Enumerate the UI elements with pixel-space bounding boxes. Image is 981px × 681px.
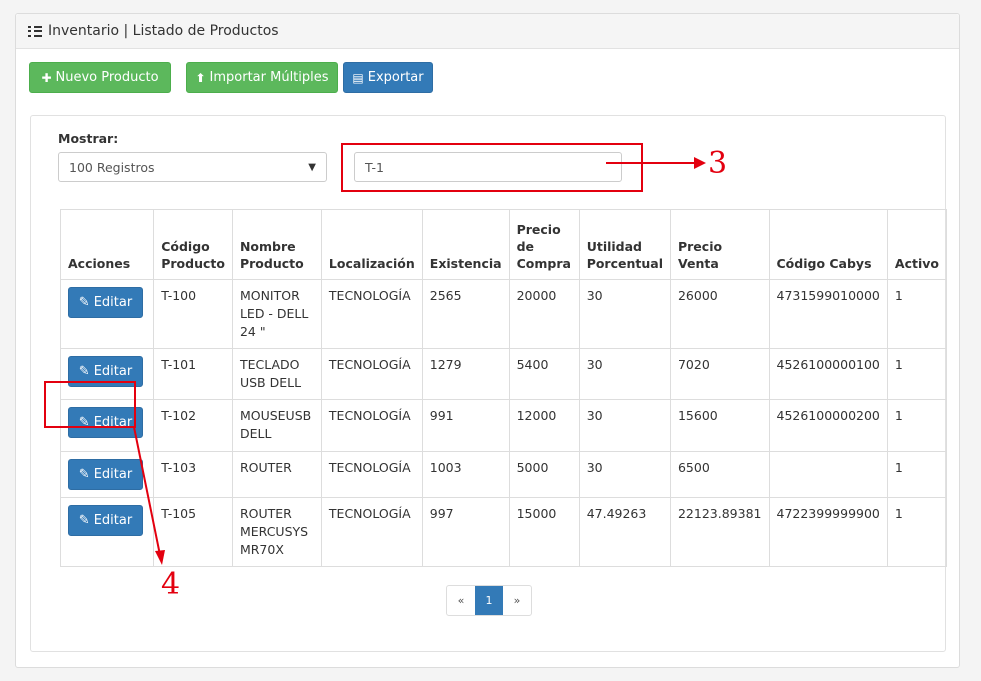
annotation-arrow-4 bbox=[133, 426, 165, 565]
annotation-label-4: 4 bbox=[161, 567, 181, 602]
